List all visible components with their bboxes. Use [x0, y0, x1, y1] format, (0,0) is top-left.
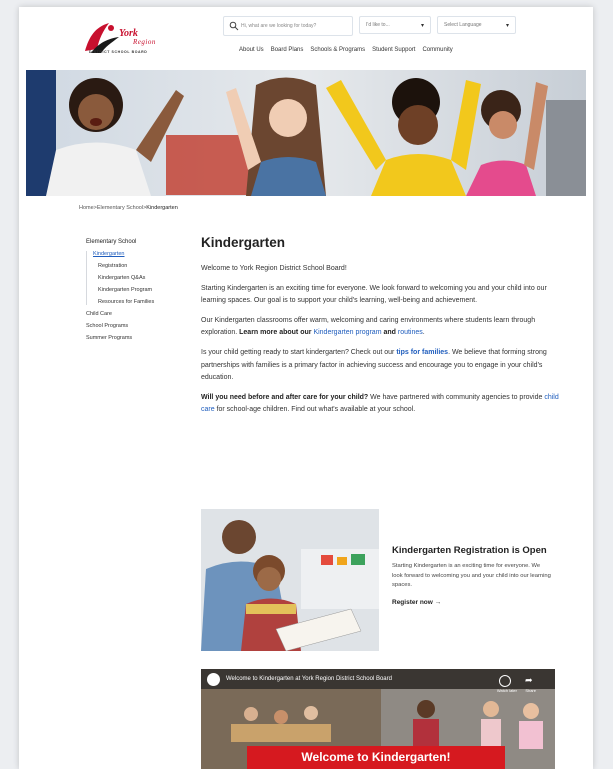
like-to-value: I'd like to... — [366, 22, 390, 28]
channel-avatar[interactable] — [207, 673, 220, 686]
search-placeholder: Hi, what are we looking for today? — [241, 23, 317, 29]
search-input[interactable]: Hi, what are we looking for today? — [223, 16, 353, 36]
share-label: Share — [525, 688, 536, 693]
register-now-link[interactable]: Register now → — [392, 599, 552, 606]
sidebar-item-kindergarten[interactable]: Kindergarten — [89, 251, 154, 257]
card-title: Kindergarten Registration is Open — [392, 545, 547, 556]
sidebar: Elementary School Kindergarten Registrat… — [86, 239, 154, 341]
sidebar-item-kindergarten-program[interactable]: Kindergarten Program — [89, 287, 154, 293]
period-text: . — [422, 329, 425, 337]
nav-board-plans[interactable]: Board Plans — [271, 47, 304, 53]
registration-photo — [201, 509, 379, 651]
chevron-down-icon: ▾ — [505, 22, 509, 29]
language-value: Select Language — [444, 22, 482, 28]
logo-subtitle: DISTRICT SCHOOL BOARD — [89, 50, 148, 54]
paragraph-starting: Starting Kindergarten is an exciting tim… — [201, 284, 547, 305]
intro-paragraph: Welcome to York Region District School B… — [201, 265, 347, 272]
logo-text-region: Region — [133, 38, 156, 46]
sidebar-item-school-programs[interactable]: School Programs — [86, 323, 154, 329]
nav-student-support[interactable]: Student Support — [372, 47, 415, 53]
nav-community[interactable]: Community — [422, 47, 452, 53]
video-title[interactable]: Welcome to Kindergarten at York Region D… — [226, 676, 392, 682]
tips-intro-text: Is your child getting ready to start kin… — [201, 348, 397, 356]
child-care-rest-text: for school-age children. Find out what's… — [214, 406, 416, 414]
sidebar-section-elementary[interactable]: Elementary School — [86, 239, 154, 245]
and-text: and — [381, 329, 398, 337]
watch-later-label: Watch later — [496, 688, 517, 693]
registration-card-image — [201, 509, 379, 651]
language-select[interactable]: Select Language ▾ — [437, 16, 516, 34]
main-content: Kindergarten Welcome to York Region Dist… — [201, 235, 559, 424]
breadcrumb-elementary[interactable]: Elementary School — [97, 205, 143, 211]
before-after-care-text: Will you need before and after care for … — [201, 393, 369, 401]
breadcrumb: Home>Elementary School>Kindergarten — [79, 205, 178, 211]
partnered-text: We have partnered with community agencie… — [368, 393, 545, 401]
kindergarten-program-link[interactable]: Kindergarten program — [313, 329, 381, 336]
paragraph-tips: Is your child getting ready to start kin… — [201, 347, 559, 385]
main-nav: About Us Board Plans Schools & Programs … — [239, 47, 453, 53]
video-banner: Welcome to Kindergarten! — [247, 746, 505, 769]
arrow-right-icon: → — [434, 598, 442, 606]
page-title: Kindergarten — [201, 235, 286, 250]
nav-about-us[interactable]: About Us — [239, 47, 264, 53]
registration-card: Kindergarten Registration is Open Starti… — [392, 545, 552, 606]
tips-for-families-link[interactable]: tips for families — [396, 349, 448, 356]
watch-later-icon[interactable] — [499, 675, 511, 687]
nav-schools-programs[interactable]: Schools & Programs — [310, 47, 365, 53]
like-to-select[interactable]: I'd like to... ▾ — [359, 16, 431, 34]
learn-more-text: Learn more about our — [239, 329, 314, 337]
share-icon[interactable]: ➦ — [525, 675, 535, 685]
hero-photo — [26, 70, 586, 196]
paragraph-classrooms: Our Kindergarten classrooms offer warm, … — [201, 315, 559, 340]
breadcrumb-current: Kindergarten — [146, 205, 178, 211]
routines-link[interactable]: routines — [398, 329, 423, 336]
page: York Region DISTRICT SCHOOL BOARD Hi, wh… — [19, 7, 593, 769]
breadcrumb-home[interactable]: Home — [79, 205, 94, 211]
sidebar-item-summer-programs[interactable]: Summer Programs — [86, 335, 154, 341]
video-player[interactable]: Welcome to Kindergarten at York Region D… — [201, 669, 555, 769]
hero-image — [26, 70, 586, 196]
sidebar-item-child-care[interactable]: Child Care — [86, 311, 154, 317]
sidebar-item-kindergarten-qas[interactable]: Kindergarten Q&As — [89, 275, 154, 281]
search-icon — [229, 21, 239, 31]
sidebar-item-resources-families[interactable]: Resources for Families — [89, 299, 154, 305]
sidebar-item-registration[interactable]: Registration — [89, 263, 154, 269]
chevron-down-icon: ▾ — [420, 22, 424, 29]
card-text: Starting Kindergarten is an exciting tim… — [392, 563, 551, 589]
paragraph-child-care: Will you need before and after care for … — [201, 392, 559, 417]
logo[interactable]: York Region DISTRICT SCHOOL BOARD — [81, 19, 171, 59]
register-now-label: Register now — [392, 598, 433, 606]
